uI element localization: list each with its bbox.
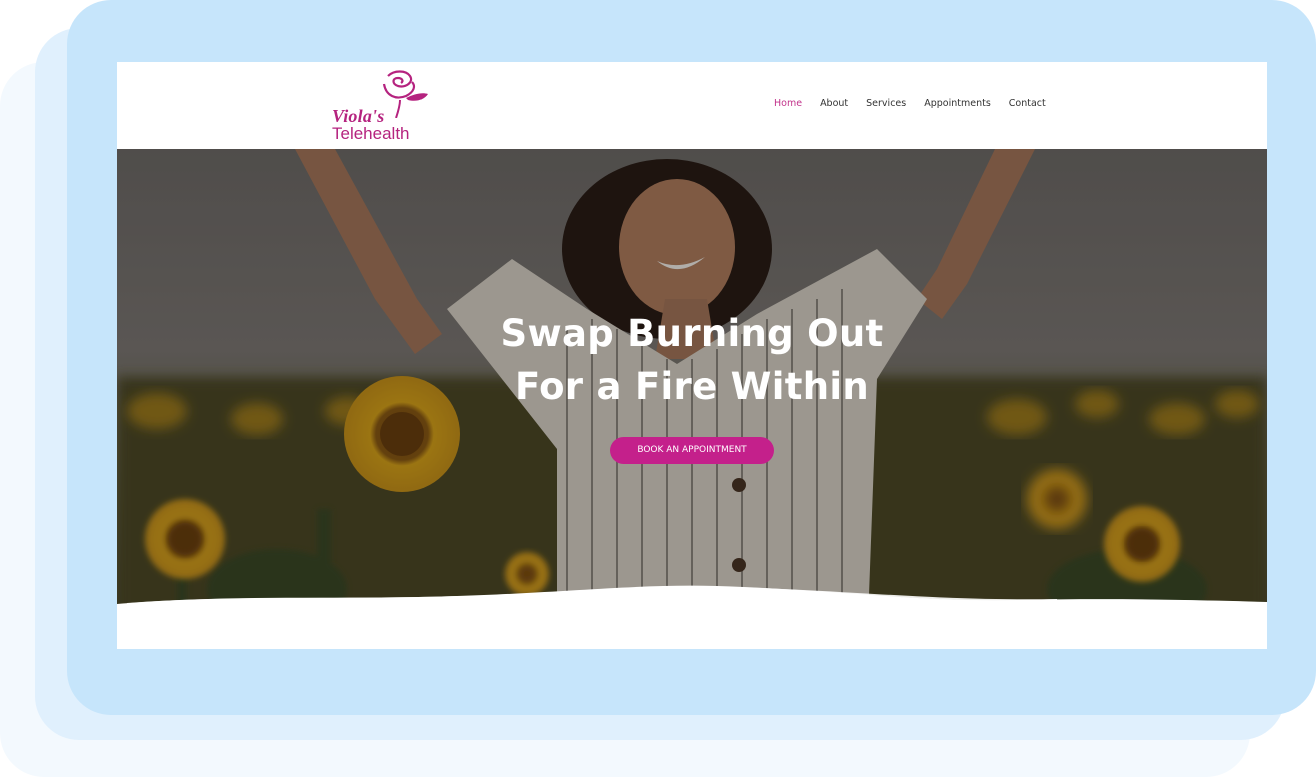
main-nav: Home About Services Appointments Contact: [774, 98, 1064, 109]
brushstroke-divider: [117, 585, 1267, 649]
site-logo[interactable]: Viola's Telehealth: [330, 68, 435, 146]
hero-title-line2: For a Fire Within: [515, 365, 869, 408]
nav-item-contact[interactable]: Contact: [1009, 98, 1046, 109]
nav-item-about[interactable]: About: [820, 98, 848, 109]
hero-section: Swap Burning Out For a Fire Within BOOK …: [117, 149, 1267, 649]
site-header: Viola's Telehealth Home About Services A…: [117, 62, 1267, 149]
nav-item-services[interactable]: Services: [866, 98, 906, 109]
hero-title: Swap Burning Out For a Fire Within: [117, 307, 1267, 413]
nav-item-appointments[interactable]: Appointments: [924, 98, 991, 109]
book-appointment-button[interactable]: BOOK AN APPOINTMENT: [610, 437, 774, 464]
logo-name-line2: Telehealth: [332, 124, 410, 143]
hero-title-line1: Swap Burning Out: [500, 312, 884, 355]
nav-item-home[interactable]: Home: [774, 98, 802, 109]
website-screenshot: Viola's Telehealth Home About Services A…: [117, 62, 1267, 649]
